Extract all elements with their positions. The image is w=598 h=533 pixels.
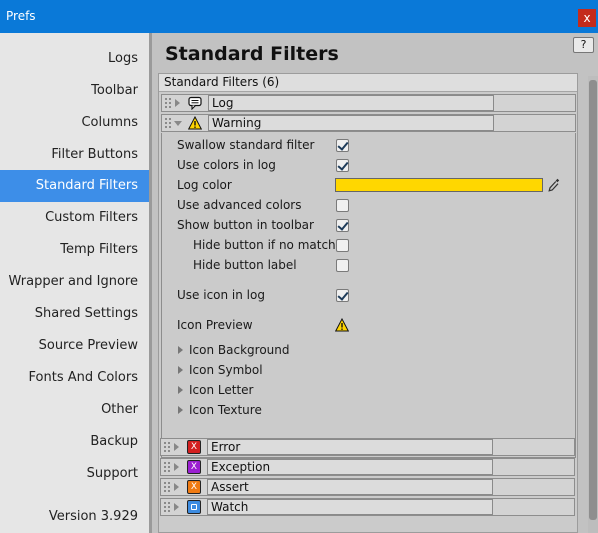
foldout-arrow-icon[interactable]	[178, 386, 183, 394]
warning-icon	[188, 116, 202, 130]
version-label: Version 3.929	[48, 509, 138, 524]
title-bar: Prefs x	[0, 0, 598, 33]
expand-arrow-icon[interactable]	[174, 483, 179, 491]
foldout-arrow-icon[interactable]	[178, 346, 183, 354]
swallow-filter-checkbox[interactable]	[336, 139, 349, 152]
drag-handle-icon[interactable]	[164, 482, 170, 492]
sidebar-item-standard-filters[interactable]: Standard Filters	[0, 170, 149, 202]
icon-preview-label: Icon Preview	[177, 318, 253, 332]
expand-arrow-icon[interactable]	[175, 99, 180, 107]
filter-row-watch[interactable]: Watch	[160, 498, 575, 516]
filter-name-field[interactable]: Log	[208, 95, 494, 111]
sidebar-item-other[interactable]: Other	[0, 394, 149, 426]
sidebar-item-shared-settings[interactable]: Shared Settings	[0, 298, 149, 330]
panel-header: Standard Filters (6)	[159, 74, 577, 92]
filter-row-error[interactable]: X Error	[160, 438, 575, 456]
watch-icon	[187, 500, 201, 514]
assert-icon: X	[187, 480, 201, 494]
filter-row-warning[interactable]: Warning	[161, 114, 576, 132]
sidebar-item-toolbar[interactable]: Toolbar	[0, 75, 149, 107]
filter-row-log[interactable]: Log	[161, 94, 576, 112]
exception-icon: X	[187, 460, 201, 474]
show-button-label: Show button in toolbar	[177, 218, 314, 232]
sidebar: Logs Toolbar Columns Filter Buttons Stan…	[0, 33, 149, 533]
page-title: Standard Filters	[165, 43, 339, 65]
sidebar-item-logs[interactable]: Logs	[0, 43, 149, 75]
use-colors-label: Use colors in log	[177, 158, 276, 172]
collapse-arrow-icon[interactable]	[174, 121, 182, 126]
hide-button-label-label: Hide button label	[193, 258, 297, 272]
advanced-colors-label: Use advanced colors	[177, 198, 302, 212]
filter-name-field[interactable]: Assert	[207, 479, 493, 495]
sidebar-item-filter-buttons[interactable]: Filter Buttons	[0, 139, 149, 171]
error-icon: X	[187, 440, 201, 454]
foldout-icon-letter[interactable]: Icon Letter	[189, 383, 253, 397]
speech-bubble-icon	[188, 96, 202, 110]
swallow-filter-label: Swallow standard filter	[177, 138, 315, 152]
sidebar-item-temp-filters[interactable]: Temp Filters	[0, 234, 149, 266]
expand-arrow-icon[interactable]	[174, 463, 179, 471]
warning-preview-icon	[335, 318, 349, 332]
use-icon-label: Use icon in log	[177, 288, 265, 302]
log-color-label: Log color	[177, 178, 232, 192]
sidebar-item-custom-filters[interactable]: Custom Filters	[0, 202, 149, 234]
drag-handle-icon[interactable]	[164, 462, 170, 472]
help-button[interactable]: ?	[573, 37, 594, 53]
scrollbar-thumb[interactable]	[589, 80, 597, 520]
expand-arrow-icon[interactable]	[174, 443, 179, 451]
drag-handle-icon[interactable]	[165, 118, 171, 128]
hide-button-label-checkbox[interactable]	[336, 259, 349, 272]
vertical-scrollbar[interactable]	[588, 76, 598, 533]
filter-name-field[interactable]: Error	[207, 439, 493, 455]
hide-if-no-match-checkbox[interactable]	[336, 239, 349, 252]
filter-name-field[interactable]: Warning	[208, 115, 494, 131]
use-colors-checkbox[interactable]	[336, 159, 349, 172]
sidebar-item-fonts-and-colors[interactable]: Fonts And Colors	[0, 362, 149, 394]
sidebar-item-wrapper-and-ignore[interactable]: Wrapper and Ignore	[0, 266, 149, 298]
hide-if-no-match-label: Hide button if no matche	[193, 238, 344, 252]
main-area: Standard Filters ? Standard Filters (6) …	[152, 33, 598, 533]
advanced-colors-checkbox[interactable]	[336, 199, 349, 212]
log-color-field[interactable]	[335, 178, 543, 192]
drag-handle-icon[interactable]	[164, 502, 170, 512]
expand-arrow-icon[interactable]	[174, 503, 179, 511]
sidebar-item-columns[interactable]: Columns	[0, 107, 149, 139]
eyedropper-icon[interactable]	[548, 178, 560, 192]
foldout-icon-texture[interactable]: Icon Texture	[189, 403, 262, 417]
use-icon-checkbox[interactable]	[336, 289, 349, 302]
panel-header-label: Standard Filters (6)	[164, 75, 280, 89]
window-title: Prefs	[6, 9, 36, 23]
foldout-arrow-icon[interactable]	[178, 406, 183, 414]
sidebar-item-backup[interactable]: Backup	[0, 426, 149, 458]
filter-row-exception[interactable]: X Exception	[160, 458, 575, 476]
foldout-arrow-icon[interactable]	[178, 366, 183, 374]
filter-row-assert[interactable]: X Assert	[160, 478, 575, 496]
drag-handle-icon[interactable]	[164, 442, 170, 452]
foldout-icon-symbol[interactable]: Icon Symbol	[189, 363, 263, 377]
show-button-checkbox[interactable]	[336, 219, 349, 232]
filter-name-field[interactable]: Exception	[207, 459, 493, 475]
sidebar-item-source-preview[interactable]: Source Preview	[0, 330, 149, 362]
foldout-icon-background[interactable]: Icon Background	[189, 343, 290, 357]
sidebar-item-support[interactable]: Support	[0, 458, 149, 490]
filter-name-field[interactable]: Watch	[207, 499, 493, 515]
drag-handle-icon[interactable]	[165, 98, 171, 108]
close-button[interactable]: x	[578, 9, 596, 27]
